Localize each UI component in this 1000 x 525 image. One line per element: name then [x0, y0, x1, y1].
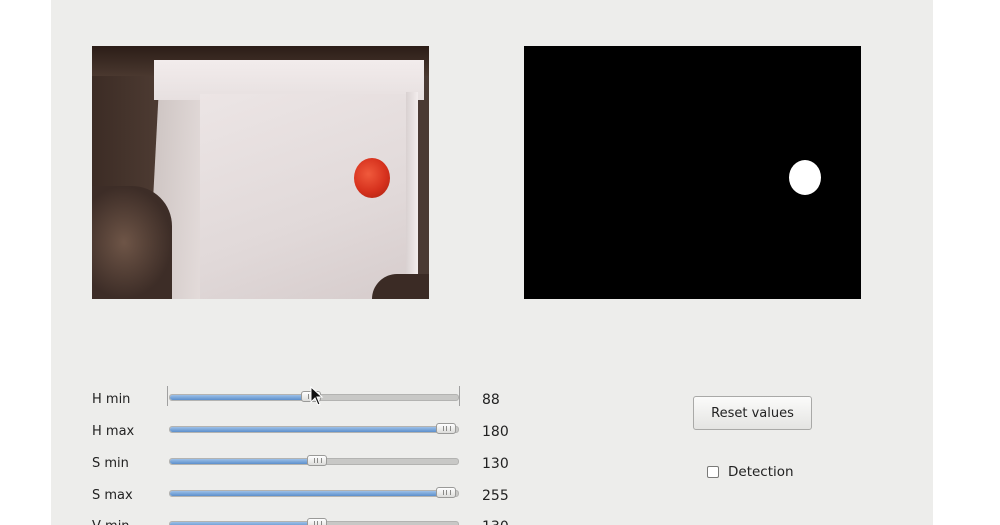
slider-label: V min — [92, 519, 130, 525]
red-ball — [354, 158, 390, 198]
detection-checkbox[interactable] — [707, 466, 719, 478]
slider-label: S max — [92, 488, 133, 503]
grip-icon — [314, 521, 322, 525]
focus-border-left — [167, 386, 168, 406]
slider-handle[interactable] — [436, 487, 456, 498]
slider-value: 255 — [482, 488, 509, 504]
slider-value: 88 — [482, 392, 500, 408]
slider-track[interactable] — [169, 455, 459, 466]
slider-fill — [170, 491, 446, 496]
grip-icon — [443, 426, 451, 431]
detection-label: Detection — [728, 464, 794, 480]
slider-track[interactable] — [169, 487, 459, 498]
slider-label: H min — [92, 392, 131, 407]
hand — [92, 186, 172, 299]
reset-values-label: Reset values — [711, 405, 794, 421]
slider-handle[interactable] — [307, 518, 327, 525]
app-window: H min88H max180S min130S max255V min130 … — [51, 0, 933, 525]
camera-feed — [92, 46, 429, 299]
slider-handle[interactable] — [307, 455, 327, 466]
mask-view — [524, 46, 861, 299]
slider-label: H max — [92, 424, 135, 439]
slider-track[interactable] — [169, 518, 459, 525]
grip-icon — [314, 458, 322, 463]
detected-blob — [789, 160, 821, 195]
focus-border-right — [459, 386, 460, 406]
slider-row-h-max: H max 180 — [51, 417, 571, 447]
slider-value: 130 — [482, 519, 509, 525]
mouse-pointer-icon — [310, 385, 324, 406]
detection-checkbox-row[interactable]: Detection — [707, 463, 794, 481]
slider-track[interactable] — [169, 423, 459, 434]
slider-label: S min — [92, 456, 129, 471]
slider-value: 130 — [482, 456, 509, 472]
slider-row-s-max: S max 255 — [51, 481, 571, 511]
reset-values-button[interactable]: Reset values — [693, 396, 812, 430]
slider-row-s-min: S min 130 — [51, 449, 571, 479]
grip-icon — [443, 490, 451, 495]
slider-fill — [170, 427, 446, 432]
slider-value: 180 — [482, 424, 509, 440]
slider-row-v-min: V min 130 — [51, 512, 571, 525]
slider-fill — [170, 395, 311, 400]
slider-fill — [170, 459, 317, 464]
box-right-wall — [406, 92, 418, 299]
slider-handle[interactable] — [436, 423, 456, 434]
